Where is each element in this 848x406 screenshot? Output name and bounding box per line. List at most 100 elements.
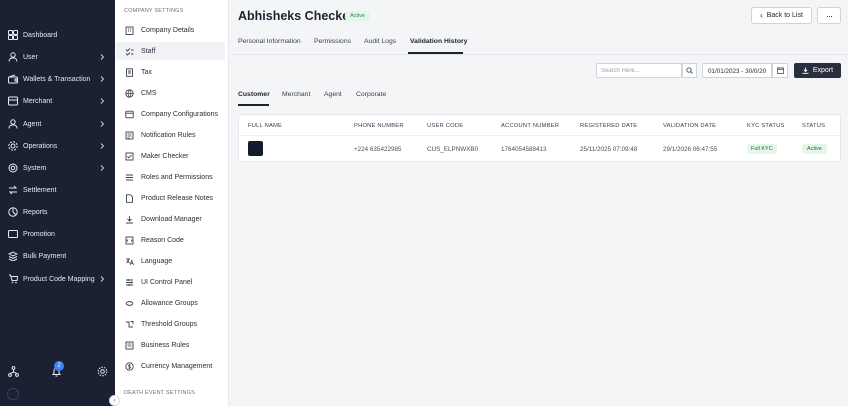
column-header[interactable]: STATUS: [802, 123, 825, 129]
subtab-customer[interactable]: Customer: [238, 91, 270, 98]
main-sidebar: Dashboard User Wallets & Transaction Mer…: [0, 0, 115, 406]
settings-item-currency-management[interactable]: Currency Management: [116, 357, 225, 375]
nav-item-label: Product Code Mapping: [23, 275, 95, 283]
store-icon: [8, 96, 18, 106]
nav-item-dashboard[interactable]: Dashboard: [0, 25, 115, 45]
column-header[interactable]: ACCOUNT NUMBER: [501, 123, 559, 129]
search-icon: [686, 67, 693, 74]
settings-item-label: Threshold Groups: [141, 320, 198, 328]
cell-phone: +224 635422985: [354, 146, 402, 153]
collapse-panel-button[interactable]: ‹: [109, 395, 120, 406]
config-icon: [125, 110, 134, 119]
nav-item-wallets[interactable]: Wallets & Transaction: [0, 69, 115, 89]
settings-item-label: Notification Rules: [141, 131, 196, 139]
tab-audit-logs[interactable]: Audit Logs: [364, 38, 396, 45]
settings-item-maker-checker[interactable]: Maker Checker: [116, 147, 225, 165]
network-icon[interactable]: [8, 366, 19, 377]
avatar: [248, 141, 263, 156]
notification-rules-icon: [125, 131, 134, 140]
nav-item-product-code-mapping[interactable]: Product Code Mapping: [0, 269, 115, 289]
settings-item-label: CMS: [141, 89, 157, 97]
settings-item-reason-code[interactable]: Reason Code: [116, 231, 225, 249]
subtab-corporate[interactable]: Corporate: [356, 91, 386, 98]
settings-item-tax[interactable]: Tax: [116, 63, 225, 81]
column-header[interactable]: REGISTERED DATE: [580, 123, 637, 129]
grid-icon: [8, 30, 18, 40]
column-header[interactable]: KYC STATUS: [747, 123, 785, 129]
settings-item-roles-permissions[interactable]: Roles and Permissions: [116, 168, 225, 186]
loading-indicator: [7, 388, 19, 400]
product-code-icon: [8, 274, 18, 284]
nav-item-label: Agent: [23, 120, 42, 128]
tax-icon: [125, 67, 134, 77]
nav-item-label: Reports: [23, 208, 48, 216]
nav-item-agent[interactable]: Agent: [0, 114, 115, 134]
settings-item-label: Tax: [141, 68, 152, 76]
column-header[interactable]: VALIDATION DATE: [663, 123, 716, 129]
settings-item-business-rules[interactable]: Business Rules: [116, 336, 225, 354]
settings-item-cms[interactable]: CMS: [116, 84, 225, 102]
agent-icon: [8, 119, 18, 129]
subtab-merchant[interactable]: Merchant: [282, 91, 310, 98]
tab-personal-information[interactable]: Personal Information: [238, 38, 301, 45]
chevron-left-icon: ‹: [113, 397, 116, 404]
user-icon: [8, 52, 18, 62]
sliders-icon: [125, 278, 134, 287]
threshold-icon: [125, 320, 134, 329]
settings-item-label: Download Manager: [141, 215, 202, 223]
company-icon: [125, 26, 134, 35]
settings-item-label: Currency Management: [141, 362, 213, 370]
allowance-icon: [125, 299, 134, 308]
settings-item-label: Company Details: [141, 26, 195, 34]
download-icon: [802, 67, 809, 74]
tab-validation-history[interactable]: Validation History: [410, 38, 467, 45]
nav-item-promotion[interactable]: Promotion: [0, 224, 115, 244]
nav-item-bulk-payment[interactable]: Bulk Payment: [0, 246, 115, 266]
globe-icon: [125, 88, 134, 98]
settings-item-company-details[interactable]: Company Details: [116, 21, 225, 39]
chevron-right-icon: [100, 121, 105, 127]
search-input[interactable]: [596, 63, 682, 78]
promotion-icon: [8, 229, 18, 239]
code-icon: [125, 236, 134, 245]
settings-item-threshold-groups[interactable]: Threshold Groups: [116, 315, 225, 333]
nav-item-user[interactable]: User: [0, 47, 115, 67]
nav-item-label: Merchant: [23, 97, 53, 105]
chevron-right-icon: [100, 143, 105, 149]
settings-item-ui-control-panel[interactable]: UI Control Panel: [116, 273, 225, 291]
chevron-right-icon: [100, 54, 105, 60]
tab-permissions[interactable]: Permissions: [314, 38, 351, 45]
date-range-field[interactable]: 01/01/2023 - 30/0/20: [702, 63, 772, 78]
column-header[interactable]: PHONE NUMBER: [354, 123, 404, 129]
nav-item-settlement[interactable]: Settlement: [0, 180, 115, 200]
back-to-list-button[interactable]: ‹ Back to List: [751, 7, 812, 24]
column-header[interactable]: USER CODE: [427, 123, 463, 129]
export-button[interactable]: Export: [794, 63, 841, 78]
settings-item-allowance-groups[interactable]: Allowance Groups: [116, 294, 225, 312]
bulk-payment-icon: [8, 251, 18, 261]
nav-item-merchant[interactable]: Merchant: [0, 91, 115, 111]
main-content: Abhisheks Checker Active ‹ Back to List …: [230, 0, 848, 406]
settings-item-staff[interactable]: Staff: [116, 42, 225, 60]
currency-icon: [125, 361, 134, 371]
settings-heading: COMPANY SETTINGS: [124, 8, 184, 14]
search-button[interactable]: [682, 63, 697, 78]
nav-item-operations[interactable]: Operations: [0, 136, 115, 156]
subtab-agent[interactable]: Agent: [324, 91, 342, 98]
settings-gear-icon[interactable]: [97, 366, 108, 377]
settings-item-notification-rules[interactable]: Notification Rules: [116, 126, 225, 144]
nav-item-label: Promotion: [23, 230, 55, 238]
nav-item-system[interactable]: System: [0, 158, 115, 178]
reports-icon: [8, 207, 18, 217]
calendar-button[interactable]: [772, 63, 788, 78]
settings-item-label: Roles and Permissions: [141, 173, 213, 181]
nav-item-label: System: [23, 164, 47, 172]
column-header[interactable]: FULL NAME: [248, 123, 282, 129]
settings-item-release-notes[interactable]: Product Release Notes: [116, 189, 225, 207]
settings-item-language[interactable]: Language: [116, 252, 225, 270]
settings-item-company-configurations[interactable]: Company Configurations: [116, 105, 225, 123]
nav-item-reports[interactable]: Reports: [0, 202, 115, 222]
settings-footer-heading: DEATH EVENT SETTINGS: [124, 390, 196, 396]
more-options-button[interactable]: ···: [817, 7, 841, 24]
settings-item-download-manager[interactable]: Download Manager: [116, 210, 225, 228]
